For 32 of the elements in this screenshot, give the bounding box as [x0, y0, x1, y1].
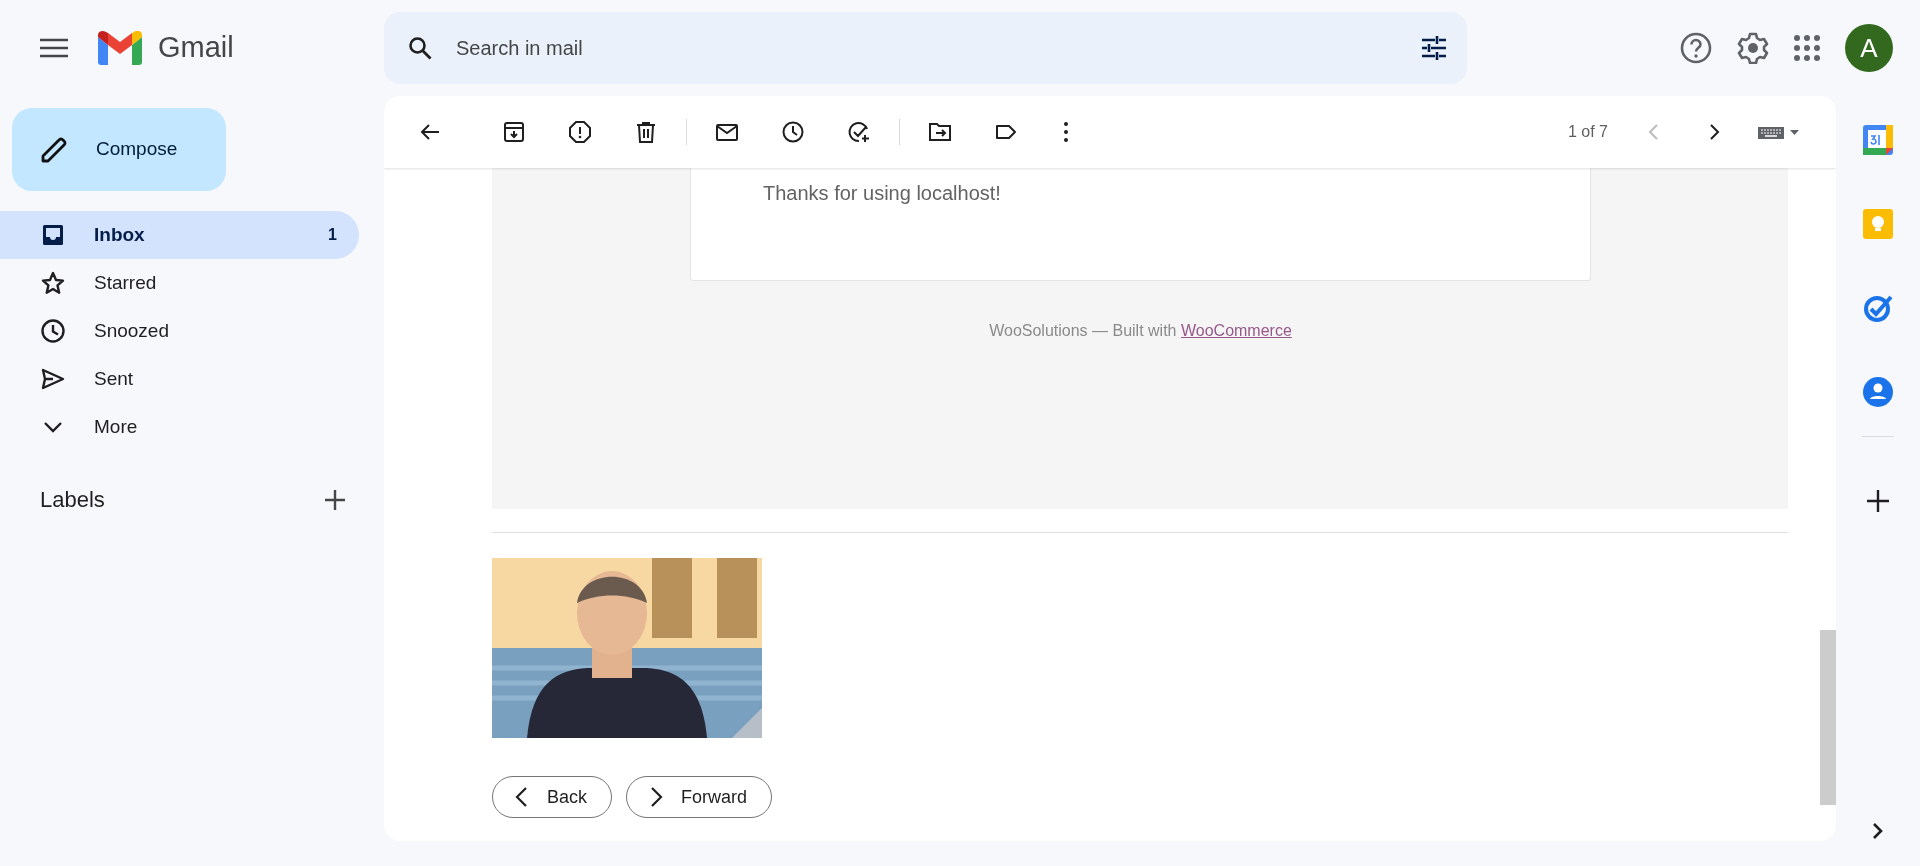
star-icon [40, 270, 66, 296]
settings-icon[interactable] [1737, 32, 1769, 64]
filter-options-icon[interactable] [1421, 35, 1447, 61]
pencil-icon [40, 135, 68, 164]
sidebar-item[interactable]: Snoozed [0, 307, 359, 355]
search-bar[interactable]: Search in mail [384, 12, 1467, 84]
page-counter: 1 of 7 [1567, 122, 1608, 142]
menu-icon[interactable] [40, 38, 68, 58]
message-action-button[interactable]: Forward [626, 776, 773, 818]
clock-icon [40, 318, 66, 344]
woocommerce-link[interactable]: WooCommerce [1180, 322, 1292, 339]
scrollbar[interactable] [1820, 630, 1836, 805]
add-label-icon[interactable] [324, 488, 346, 511]
compose-button[interactable]: Compose [12, 108, 226, 191]
message-action-button[interactable]: Back [492, 776, 613, 818]
help-icon[interactable] [1680, 32, 1712, 64]
app-name: Gmail [158, 30, 234, 66]
inbox-icon [40, 222, 66, 248]
email-text: Thanks for using localhost! [763, 182, 1001, 204]
search-field[interactable]: Search in mail [454, 32, 1421, 64]
search-icon [408, 36, 432, 60]
account-avatar[interactable]: A [1845, 24, 1893, 72]
apps-grid-icon[interactable] [1794, 35, 1820, 61]
sidebar-item[interactable]: More [0, 403, 359, 451]
send-icon [40, 366, 66, 392]
sidebar-item[interactable]: Sent [0, 355, 359, 403]
sidebar-item[interactable]: Starred [0, 259, 359, 307]
sidebar-item[interactable]: Inbox 1 [0, 211, 359, 259]
labels-heading: Labels [40, 486, 105, 514]
envelope-logo-icon [98, 31, 142, 65]
email-footer: WooSolutions — Built with [989, 322, 1181, 339]
unread-count: 1 [328, 225, 337, 245]
